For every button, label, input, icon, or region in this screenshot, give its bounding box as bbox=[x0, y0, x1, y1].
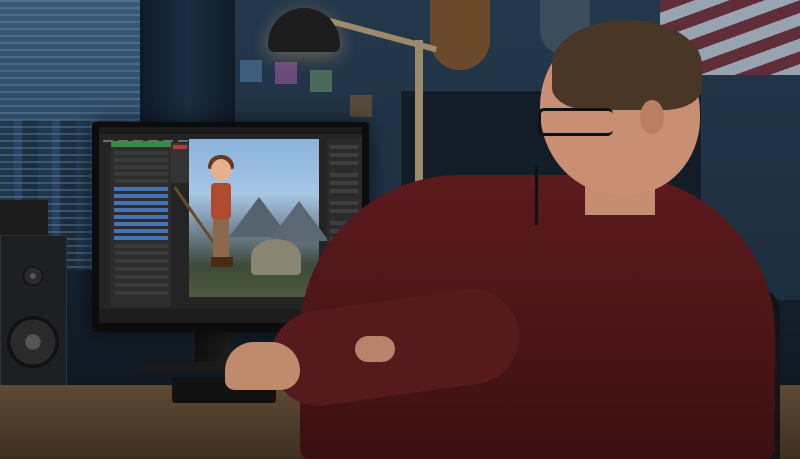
wall-sticker bbox=[310, 70, 332, 92]
wall-guitar bbox=[430, 0, 490, 70]
node-panel bbox=[171, 143, 189, 183]
person-ear bbox=[640, 100, 664, 134]
character-head bbox=[211, 159, 231, 181]
mountain bbox=[269, 201, 329, 241]
outliner-panel bbox=[111, 141, 171, 307]
person-hand bbox=[355, 336, 395, 362]
speaker-cone bbox=[7, 316, 59, 368]
person-hand bbox=[225, 342, 300, 390]
wall-sticker bbox=[240, 60, 262, 82]
photo-scene bbox=[0, 0, 800, 459]
outliner-header bbox=[111, 141, 171, 147]
character-boots bbox=[211, 257, 233, 267]
character-legs bbox=[213, 219, 229, 259]
blender-menubar bbox=[99, 127, 362, 142]
person-hair bbox=[552, 20, 702, 110]
rock bbox=[251, 239, 301, 275]
wall-sticker bbox=[350, 95, 372, 117]
node-header-red bbox=[173, 145, 187, 149]
character-body bbox=[211, 183, 231, 219]
wall-sticker bbox=[275, 62, 297, 84]
eyeglasses bbox=[538, 108, 613, 136]
3d-viewport bbox=[173, 139, 329, 297]
speaker-tweeter bbox=[23, 266, 43, 286]
headphone-cable bbox=[535, 165, 538, 225]
